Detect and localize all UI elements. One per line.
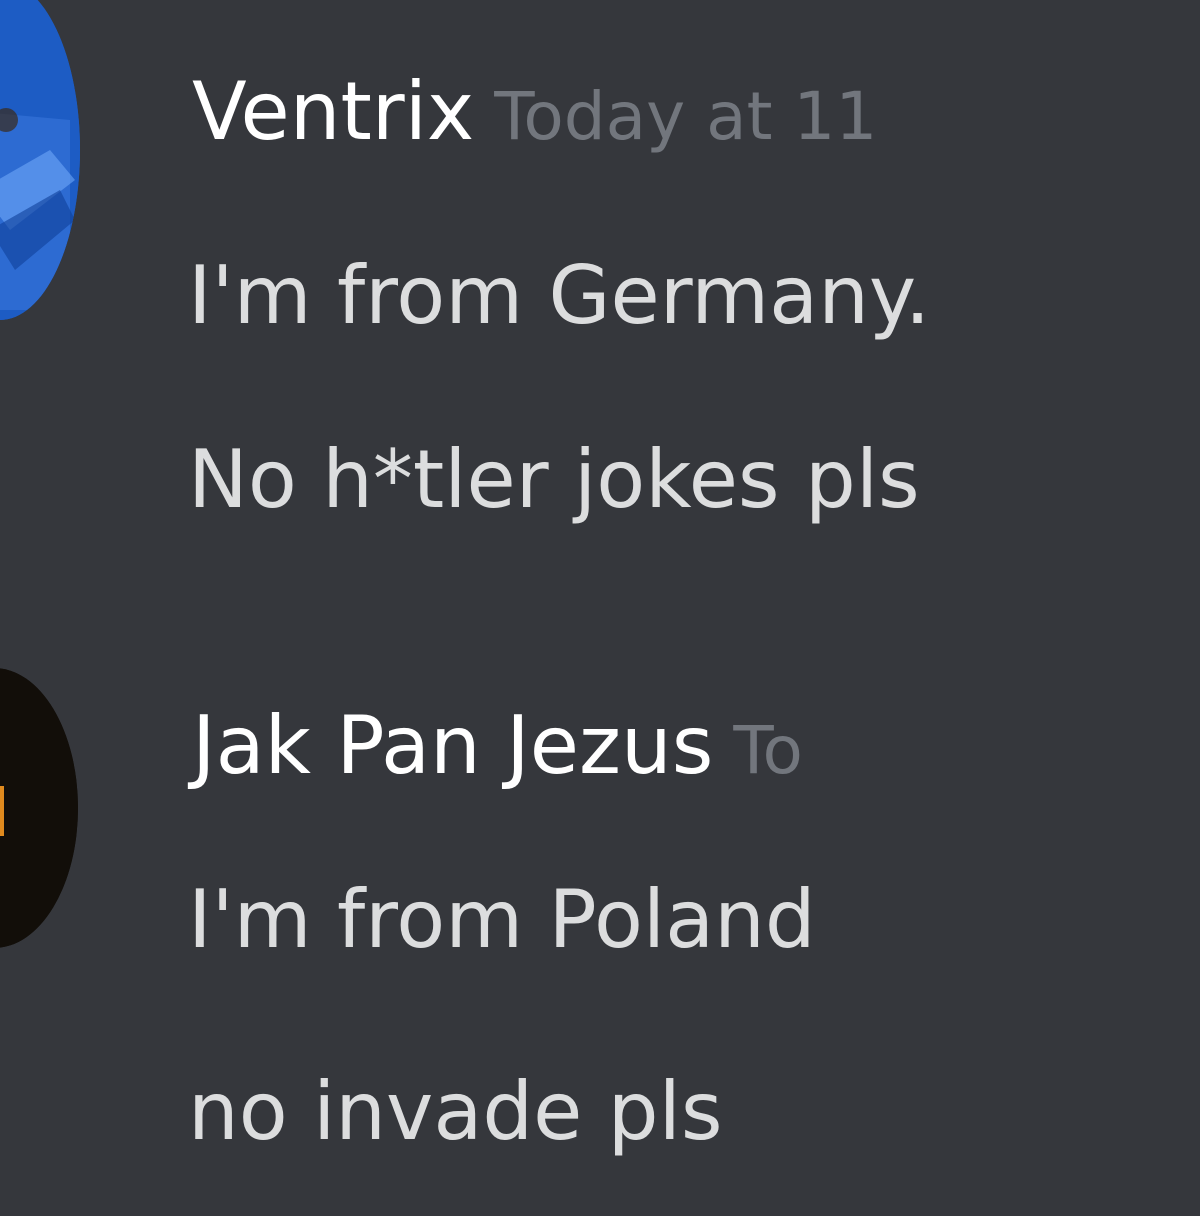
avatar[interactable] — [0, 668, 78, 948]
message-text: I'm from Poland — [188, 873, 816, 966]
timestamp: Today at 11 — [494, 78, 878, 155]
timestamp: To — [733, 712, 803, 789]
avatar-image-icon — [0, 0, 80, 320]
message-text: no invade pls — [188, 1065, 723, 1158]
message-header: Jak Pan Jezus To — [192, 696, 803, 801]
avatar[interactable] — [0, 0, 80, 320]
message-text: No h*tler jokes pls — [188, 433, 920, 526]
username[interactable]: Ventrix — [192, 65, 474, 158]
message: Ventrix Today at 11 I'm from Germany. No … — [0, 0, 1200, 560]
avatar-image-icon — [0, 668, 78, 948]
message-text: I'm from Germany. — [188, 249, 931, 342]
message-header: Ventrix Today at 11 — [192, 62, 877, 167]
chat-messages: Ventrix Today at 11 I'm from Germany. No … — [0, 0, 1200, 1216]
message: Jak Pan Jezus To I'm from Poland no invad… — [0, 600, 1200, 1216]
username[interactable]: Jak Pan Jezus — [192, 699, 713, 792]
